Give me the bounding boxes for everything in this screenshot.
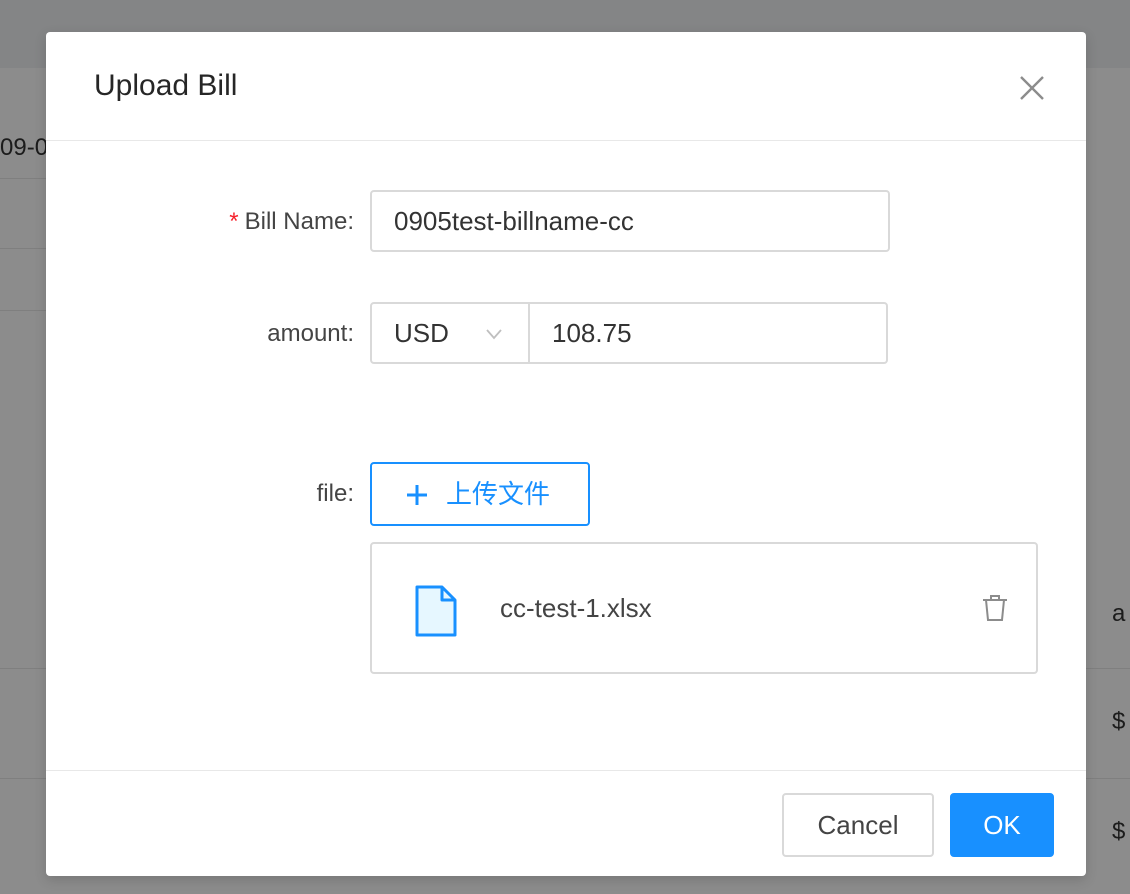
file-label: file:: [316, 480, 354, 507]
amount-input[interactable]: 108.75: [528, 302, 888, 364]
currency-value: USD: [394, 318, 449, 348]
file-icon: [415, 585, 457, 637]
upload-button-label: 上传文件: [446, 479, 551, 509]
bill-name-input[interactable]: 0905test-billname-cc: [370, 190, 890, 252]
required-marker: *: [229, 208, 239, 235]
close-icon[interactable]: [1012, 68, 1052, 108]
currency-select[interactable]: USD: [370, 302, 530, 364]
uploaded-file-name: cc-test-1.xlsx: [500, 593, 652, 623]
amount-label: amount:: [267, 320, 354, 347]
upload-file-button[interactable]: 上传文件: [370, 462, 590, 526]
plus-icon: [407, 485, 427, 505]
uploaded-file-item: cc-test-1.xlsx: [370, 542, 1038, 674]
cancel-button[interactable]: Cancel: [782, 793, 934, 857]
chevron-down-icon: [486, 329, 502, 340]
modal-title: Upload Bill: [94, 69, 238, 102]
bill-name-label: * Bill Name:: [229, 208, 354, 235]
delete-icon[interactable]: [982, 594, 1008, 622]
modal-footer: Cancel OK: [46, 770, 1086, 877]
ok-button[interactable]: OK: [950, 793, 1054, 857]
upload-bill-dialog: Upload Bill * Bill Name: 0905test-billnam…: [46, 32, 1086, 876]
modal-header: Upload Bill: [46, 32, 1086, 141]
